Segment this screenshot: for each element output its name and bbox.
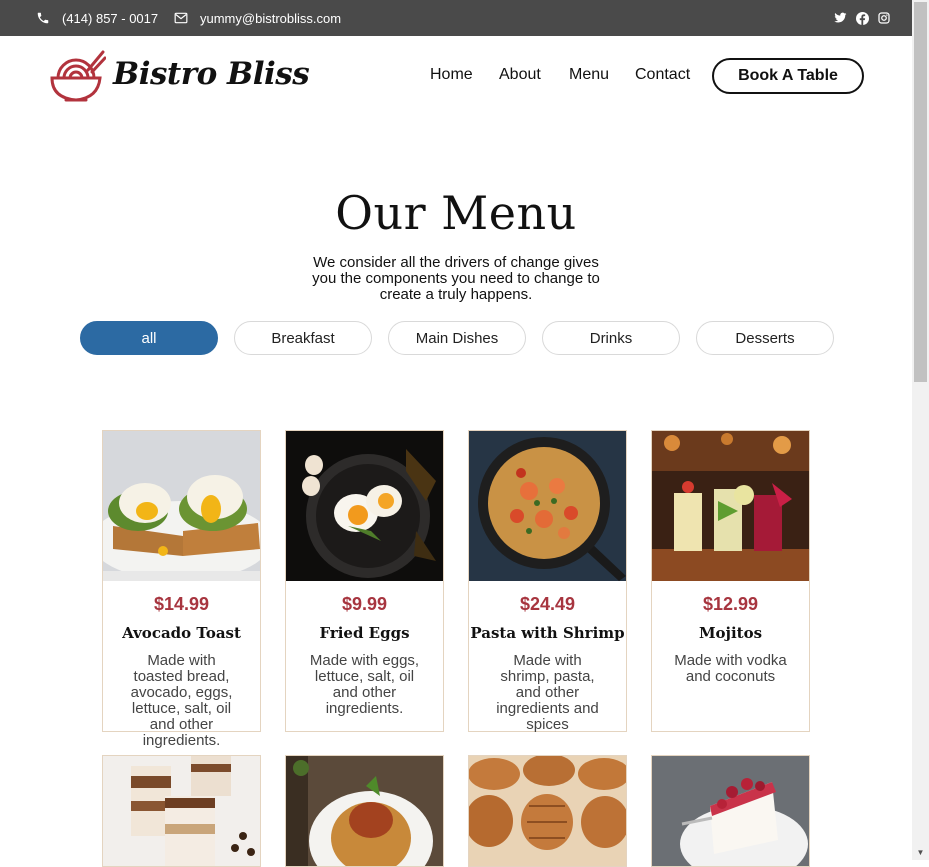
menu-card-description: Made with toasted bread, avocado, eggs, …	[130, 652, 233, 749]
menu-card-tiramisu[interactable]	[102, 755, 261, 867]
book-a-table-button[interactable]: Book A Table	[712, 58, 864, 94]
croissants-photo	[469, 756, 626, 866]
menu-subtitle: We consider all the drivers of change gi…	[312, 254, 600, 303]
menu-card-description: Made with eggs, lettuce, salt, oil and o…	[309, 652, 420, 717]
menu-card-description: Made with shrimp, pasta, and other ingre…	[496, 652, 599, 733]
menu-card-price: $12.99	[702, 594, 759, 614]
filter-drinks[interactable]: Drinks	[542, 321, 680, 355]
top-bar: (414) 857 - 0017 yummy@bistrobliss.com	[0, 0, 912, 36]
menu-card-price: $9.99	[341, 594, 388, 614]
menu-card-price: $14.99	[153, 594, 210, 614]
email-contact[interactable]: yummy@bistrobliss.com	[174, 0, 341, 36]
menu-card-price: $24.49	[519, 594, 576, 614]
menu-card-spaghetti[interactable]	[285, 755, 444, 867]
cheesecake-photo	[652, 756, 809, 866]
mail-icon	[174, 12, 188, 24]
instagram-icon[interactable]	[878, 12, 890, 24]
noodle-bowl-logo-icon[interactable]	[48, 48, 106, 104]
scroll-down-arrow-icon[interactable]: ▼	[912, 846, 929, 860]
menu-card-name: Avocado Toast	[122, 624, 241, 642]
filter-main-dishes[interactable]: Main Dishes	[388, 321, 526, 355]
menu-card-name: Fried Eggs	[319, 624, 410, 642]
menu-card-croissants[interactable]	[468, 755, 627, 867]
page-title: Our Menu	[335, 186, 577, 240]
brand-name[interactable]: Bistro Bliss	[113, 56, 310, 92]
menu-card-fried-eggs[interactable]: $9.99 Fried Eggs Made with eggs, lettuce…	[285, 430, 444, 732]
scroll-thumb[interactable]	[914, 2, 927, 382]
page-scrollbar[interactable]: ▲ ▼	[912, 0, 929, 860]
filter-breakfast[interactable]: Breakfast	[234, 321, 372, 355]
phone-icon	[37, 12, 49, 24]
menu-card-name: Mojitos	[698, 624, 763, 642]
menu-card-pasta-with-shrimp[interactable]: $24.49 Pasta with Shrimp Made with shrim…	[468, 430, 627, 733]
nav-contact[interactable]: Contact	[635, 66, 690, 84]
pasta-with-shrimp-photo	[469, 431, 626, 581]
nav-menu[interactable]: Menu	[569, 66, 609, 84]
social-links	[834, 0, 890, 36]
nav-about[interactable]: About	[499, 66, 541, 84]
menu-card-cheesecake[interactable]	[651, 755, 810, 867]
filter-desserts[interactable]: Desserts	[696, 321, 834, 355]
spaghetti-photo	[286, 756, 443, 866]
menu-card-name: Pasta with Shrimp	[470, 624, 625, 642]
menu-card-avocado-toast[interactable]: $14.99 Avocado Toast Made with toasted b…	[102, 430, 261, 749]
phone-number: (414) 857 - 0017	[62, 10, 159, 26]
mojitos-photo	[652, 431, 809, 581]
menu-card-description: Made with vodka and coconuts	[674, 652, 787, 685]
email-address: yummy@bistrobliss.com	[200, 10, 342, 26]
nav-home[interactable]: Home	[430, 66, 473, 84]
facebook-icon[interactable]	[856, 11, 869, 25]
menu-card-mojitos[interactable]: $12.99 Mojitos Made with vodka and cocon…	[651, 430, 810, 732]
fried-eggs-photo	[286, 431, 443, 581]
phone-contact[interactable]: (414) 857 - 0017	[36, 0, 158, 36]
twitter-icon[interactable]	[834, 12, 847, 24]
filter-all[interactable]: all	[80, 321, 218, 355]
tiramisu-photo	[103, 756, 260, 866]
avocado-toast-photo	[103, 431, 260, 581]
